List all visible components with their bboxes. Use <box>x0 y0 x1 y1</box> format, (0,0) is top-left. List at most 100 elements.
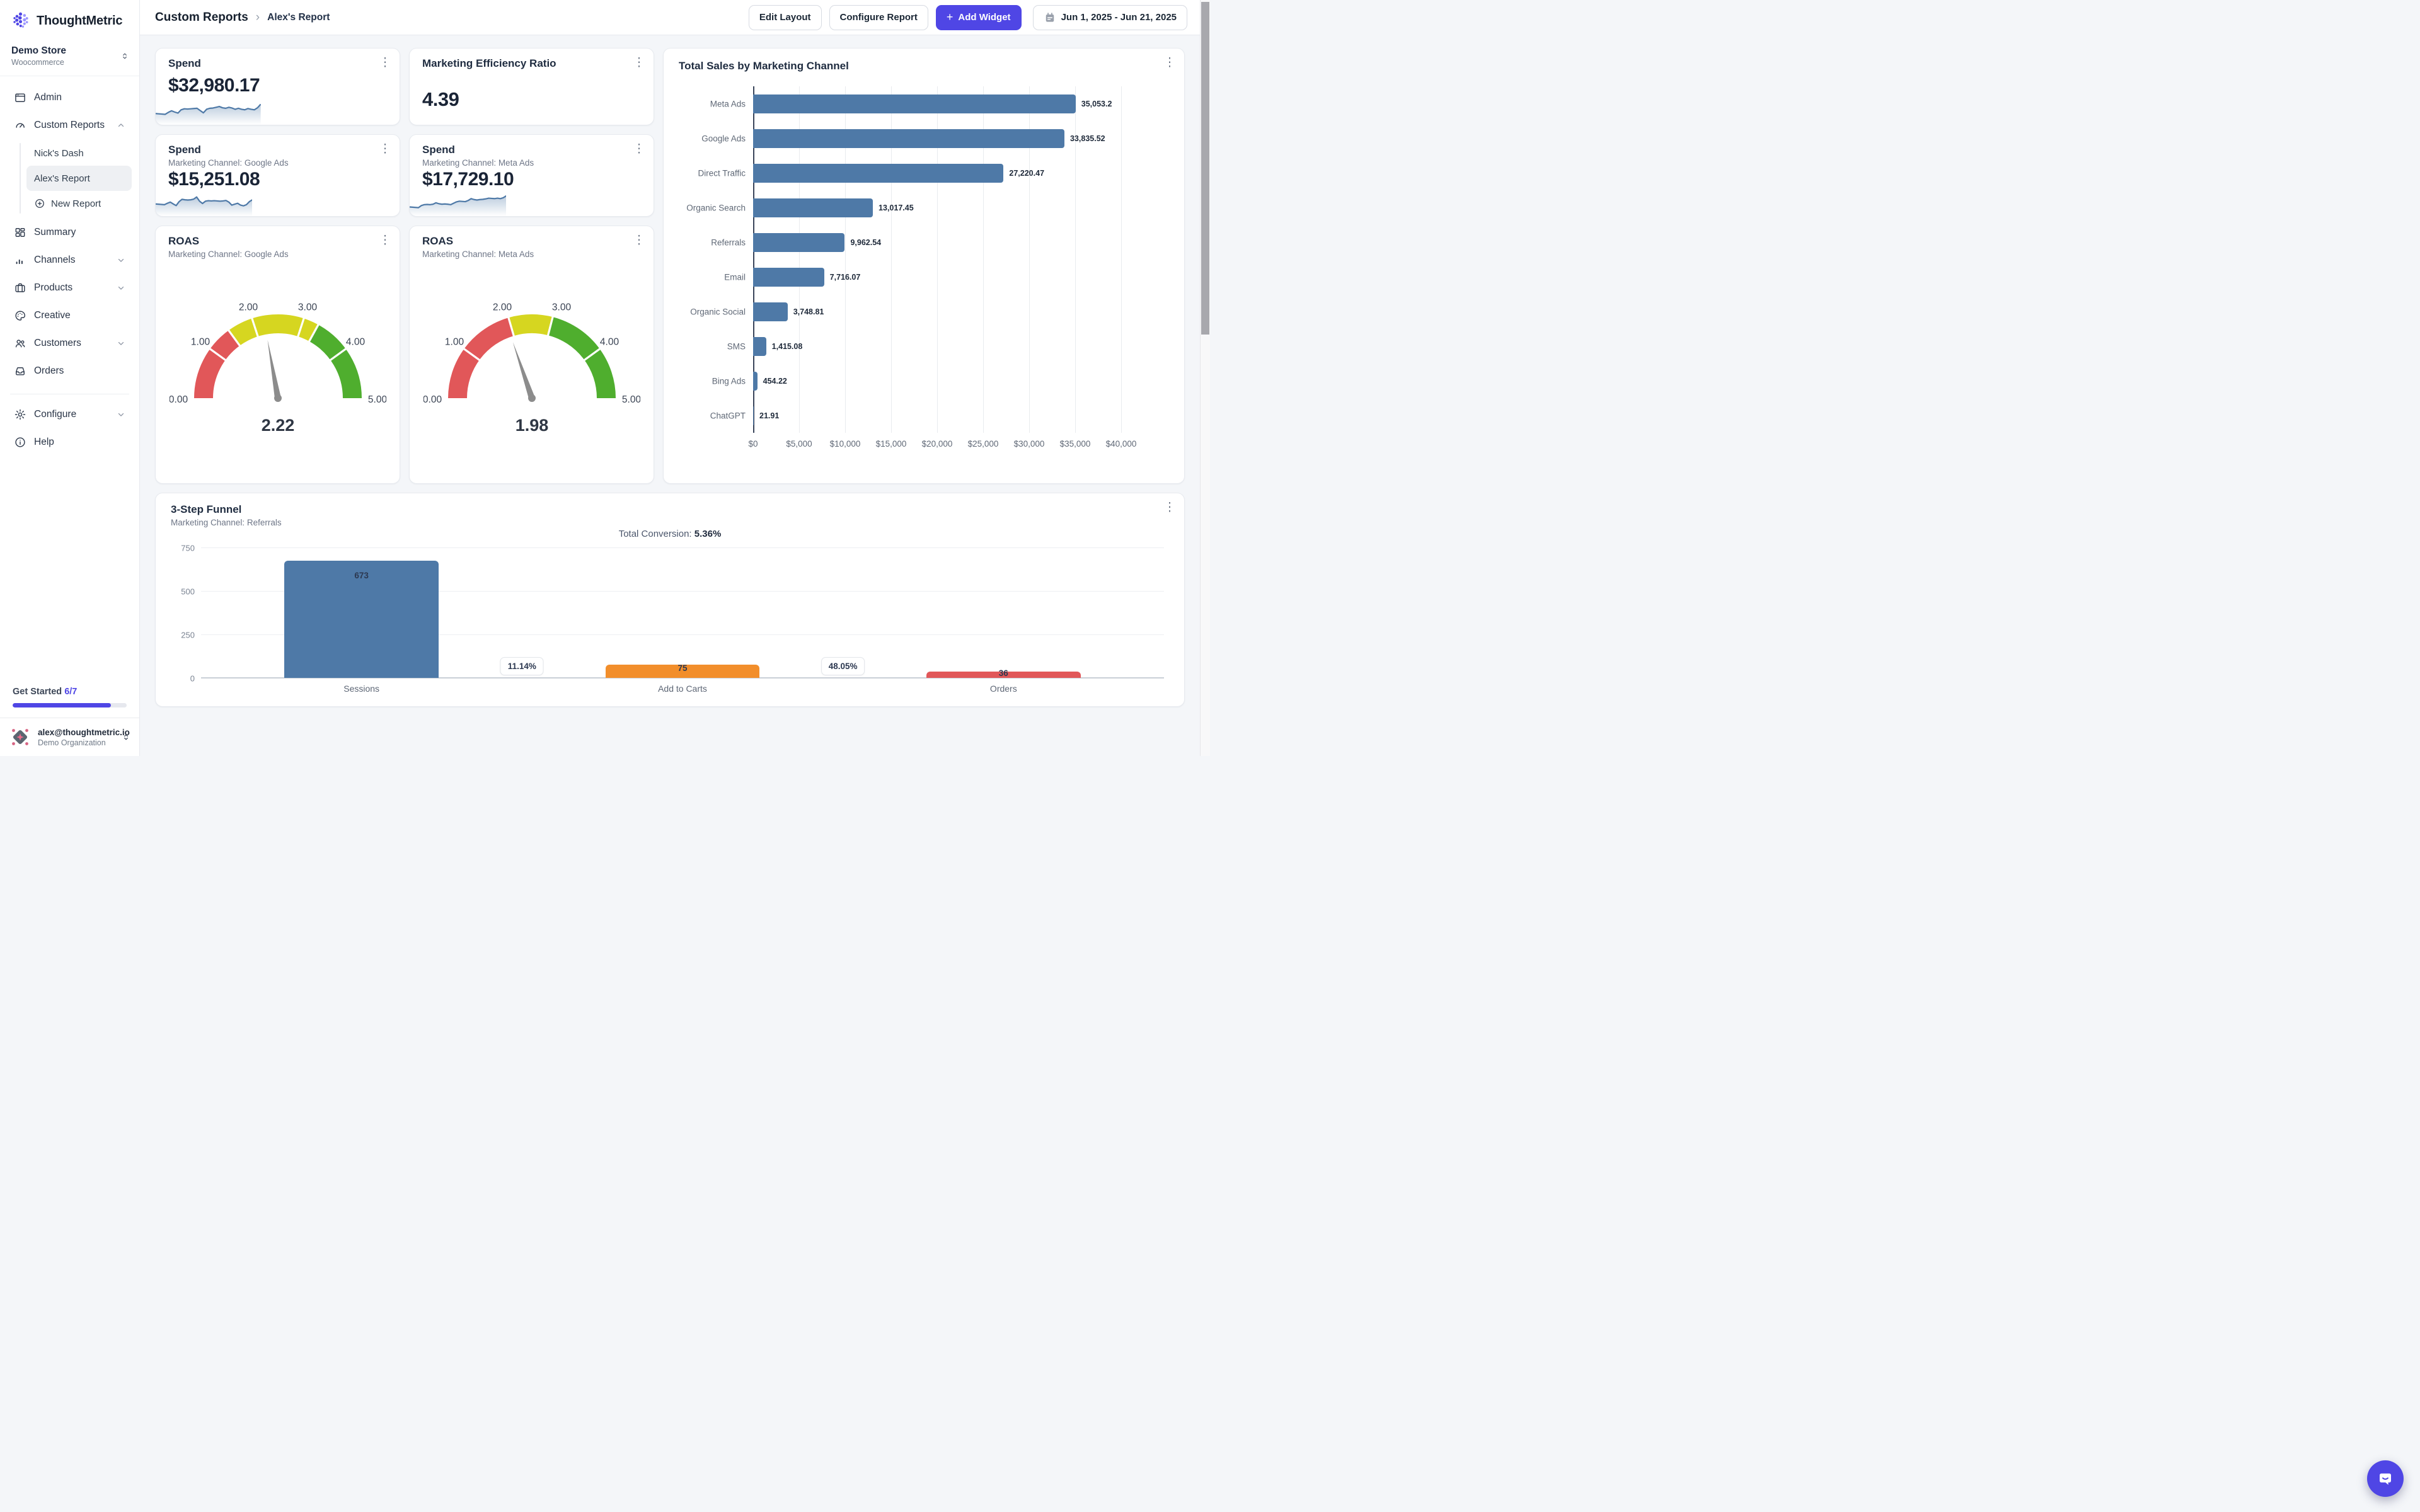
sidebar-item-help[interactable]: Help <box>8 428 132 456</box>
widget-funnel: ⋮ 3-Step Funnel Marketing Channel: Refer… <box>155 493 1185 707</box>
bar-row-google-ads: Google Ads33,835.52 <box>753 121 1121 156</box>
app-logo[interactable]: ThoughtMetric <box>0 0 139 38</box>
sidebar-item-label: Summary <box>34 227 125 238</box>
sidebar-item-new-report[interactable]: New Report <box>26 191 132 216</box>
gauge-value: 2.22 <box>261 416 294 435</box>
scrollbar-thumb[interactable] <box>1201 2 1209 335</box>
kebab-menu-icon[interactable]: ⋮ <box>631 55 647 71</box>
sidebar-item-products[interactable]: Products <box>8 274 132 302</box>
kebab-menu-icon[interactable]: ⋮ <box>1161 500 1178 516</box>
sidebar-item-label: Custom Reports <box>34 120 109 131</box>
bar-category-label: Meta Ads <box>710 99 746 108</box>
bar-value-label: 9,962.54 <box>850 238 881 247</box>
bar-category-label: Organic Search <box>686 203 746 212</box>
bar-row-bing-ads: Bing Ads454.22 <box>753 364 1121 398</box>
bar-value-label: 21.91 <box>759 411 779 420</box>
spend-sparkline <box>410 187 506 216</box>
total-conversion: Total Conversion: 5.36% <box>171 529 1169 539</box>
sidebar-item-label: Creative <box>34 310 125 321</box>
gauge-value: 1.98 <box>515 416 548 435</box>
chevron-down-icon <box>117 284 125 292</box>
svg-text:0.00: 0.00 <box>424 394 442 405</box>
widget-mer: ⋮ Marketing Efficiency Ratio 4.39 <box>409 48 654 125</box>
svg-text:5.00: 5.00 <box>621 394 640 405</box>
breadcrumb-custom-reports[interactable]: Custom Reports <box>155 11 248 25</box>
edit-layout-button[interactable]: Edit Layout <box>749 5 822 30</box>
svg-text:4.00: 4.00 <box>345 337 365 348</box>
users-icon <box>14 337 26 350</box>
bar-row-organic-search: Organic Search13,017.45 <box>753 190 1121 225</box>
widget-spend-google: ⋮ Spend Marketing Channel: Google Ads $1… <box>155 134 400 217</box>
widget-title: Spend <box>168 57 387 70</box>
sidebar-item-channels[interactable]: Channels <box>8 246 132 274</box>
sidebar-item-custom-reports[interactable]: Custom Reports <box>8 112 132 139</box>
widget-subtitle: Marketing Channel: Referrals <box>171 518 1169 527</box>
dashboard-icon <box>14 119 26 132</box>
bar-category-label: ChatGPT <box>710 411 746 420</box>
funnel-bar-value: 673 <box>201 571 522 580</box>
x-axis: SessionsAdd to CartsOrders <box>201 684 1164 697</box>
sidebar-item-summary[interactable]: Summary <box>8 219 132 246</box>
sidebar-item-admin[interactable]: Admin <box>8 84 132 112</box>
store-name: Demo Store <box>11 45 66 57</box>
sidebar-item-alex-s-report[interactable]: Alex's Report <box>26 166 132 191</box>
get-started-count: 6/7 <box>64 687 77 697</box>
widget-title: Spend <box>422 144 641 156</box>
kebab-menu-icon[interactable]: ⋮ <box>631 141 647 158</box>
add-widget-button[interactable]: + Add Widget <box>936 5 1022 30</box>
chevron-right-icon: › <box>256 11 260 25</box>
date-range-picker[interactable]: Jun 1, 2025 - Jun 21, 2025 <box>1033 5 1187 30</box>
kebab-menu-icon[interactable]: ⋮ <box>377 141 393 158</box>
sidebar-item-label: Nick's Dash <box>34 148 84 159</box>
scrollbar[interactable] <box>1200 0 1210 756</box>
sidebar-nav: Admin Custom Reports Nick's Dash Alex's Rep… <box>0 76 139 387</box>
bar-row-sms: SMS1,415.08 <box>753 329 1121 364</box>
date-range-label: Jun 1, 2025 - Jun 21, 2025 <box>1061 12 1177 23</box>
funnel-step-add-to-carts: 75 <box>522 548 843 679</box>
funnel-bar-value: 75 <box>522 663 843 673</box>
bar: 3,748.81 <box>753 302 788 321</box>
sidebar-item-configure[interactable]: Configure <box>8 401 132 428</box>
spend-sparkline <box>156 93 261 125</box>
window-icon <box>14 91 26 104</box>
widget-roas-meta: ⋮ ROAS Marketing Channel: Meta Ads 0.001… <box>409 226 654 484</box>
box-icon <box>14 282 26 294</box>
sidebar-item-label: Help <box>34 437 125 448</box>
chevron-down-icon <box>117 256 125 265</box>
svg-text:0.00: 0.00 <box>170 394 188 405</box>
kebab-menu-icon[interactable]: ⋮ <box>377 55 393 71</box>
sidebar-item-label: Channels <box>34 255 109 266</box>
kebab-menu-icon[interactable]: ⋮ <box>631 232 647 249</box>
mer-value: 4.39 <box>422 88 641 111</box>
tree-line <box>20 143 21 214</box>
total-conversion-value: 5.36% <box>694 529 722 539</box>
plus-icon: + <box>947 11 954 24</box>
user-menu[interactable]: alex@thoughtmetric.io Demo Organization <box>0 718 139 756</box>
avatar <box>9 726 32 748</box>
x-axis: $0$5,000$10,000$15,000$20,000$25,000$30,… <box>753 439 1121 453</box>
widget-subtitle: Marketing Channel: Google Ads <box>168 249 387 259</box>
bar-value-label: 1,415.08 <box>772 342 803 351</box>
plus-circle-icon <box>34 198 45 209</box>
info-icon <box>14 436 26 449</box>
sidebar-item-orders[interactable]: Orders <box>8 357 132 385</box>
kebab-menu-icon[interactable]: ⋮ <box>1161 55 1178 71</box>
widget-title: Total Sales by Marketing Channel <box>679 60 1169 72</box>
bar-row-email: Email7,716.07 <box>753 260 1121 294</box>
kebab-menu-icon[interactable]: ⋮ <box>377 232 393 249</box>
widget-title: 3-Step Funnel <box>171 503 1169 516</box>
sidebar-item-creative[interactable]: Creative <box>8 302 132 329</box>
configure-report-button[interactable]: Configure Report <box>829 5 928 30</box>
grid-icon <box>14 226 26 239</box>
sidebar-item-label: Customers <box>34 338 109 349</box>
widget-subtitle: Marketing Channel: Meta Ads <box>422 158 641 168</box>
chat-launcher[interactable] <box>2367 1460 2404 1497</box>
bar-row-direct-traffic: Direct Traffic27,220.47 <box>753 156 1121 190</box>
sidebar-item-label: Products <box>34 282 109 294</box>
sidebar-item-nick-s-dash[interactable]: Nick's Dash <box>26 140 132 166</box>
bar-value-label: 7,716.07 <box>830 273 861 282</box>
store-switcher[interactable]: Demo Store Woocommerce <box>0 38 139 76</box>
get-started[interactable]: Get Started 6/7 <box>0 680 139 718</box>
chevron-up-icon <box>117 121 125 130</box>
sidebar-item-customers[interactable]: Customers <box>8 329 132 357</box>
